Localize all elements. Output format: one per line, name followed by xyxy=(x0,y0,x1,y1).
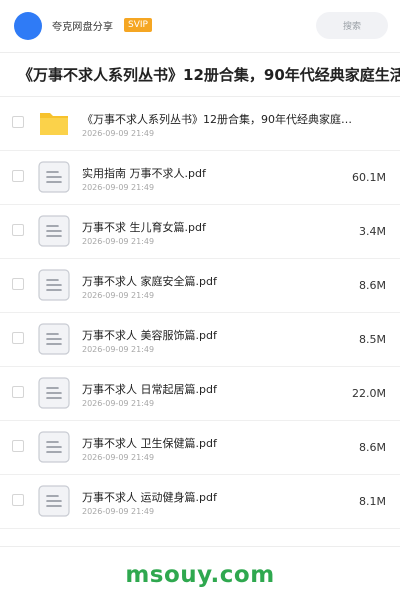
row-checkbox[interactable] xyxy=(12,116,24,128)
file-date: 2026-09-09 21:49 xyxy=(82,453,155,462)
search-placeholder: 搜索 xyxy=(342,22,361,32)
file-size: 8.5M xyxy=(359,333,386,346)
file-row[interactable]: 万事不求人 运动健身篇.pdf 2026-09-09 21:49 8.1M xyxy=(0,475,400,529)
document-icon xyxy=(38,161,70,193)
file-name: 万事不求人 家庭安全篇.pdf xyxy=(82,275,217,288)
row-checkbox[interactable] xyxy=(12,386,24,398)
document-icon xyxy=(38,323,70,355)
file-name: 万事不求 生儿育女篇.pdf xyxy=(82,221,206,234)
file-date: 2026-09-09 21:49 xyxy=(82,507,155,516)
row-checkbox[interactable] xyxy=(12,224,24,236)
folder-icon xyxy=(38,107,70,139)
document-icon xyxy=(38,431,70,463)
file-row[interactable]: 万事不求 生儿育女篇.pdf 2026-09-09 21:49 3.4M xyxy=(0,205,400,259)
file-row[interactable]: 万事不求人 家庭安全篇.pdf 2026-09-09 21:49 8.6M xyxy=(0,259,400,313)
file-size: 8.6M xyxy=(359,441,386,454)
file-name: 万事不求人 运动健身篇.pdf xyxy=(82,491,217,504)
avatar[interactable] xyxy=(14,12,42,40)
header-bar: 夸克网盘分享 SVIP 搜索 xyxy=(0,0,400,52)
file-date: 2026-09-09 21:49 xyxy=(82,291,155,300)
file-date: 2026-09-09 21:49 xyxy=(82,129,155,138)
file-name: 万事不求人 美容服饰篇.pdf xyxy=(82,329,217,342)
file-size: 60.1M xyxy=(352,171,386,184)
file-size: 8.6M xyxy=(359,279,386,292)
file-name: 《万事不求人系列丛书》12册合集，90年代经典家庭… xyxy=(82,113,352,126)
row-checkbox[interactable] xyxy=(12,440,24,452)
document-icon xyxy=(38,215,70,247)
row-checkbox[interactable] xyxy=(12,170,24,182)
file-row[interactable]: 万事不求人 日常起居篇.pdf 2026-09-09 21:49 22.0M xyxy=(0,367,400,421)
file-date: 2026-09-09 21:49 xyxy=(82,345,155,354)
search-button[interactable]: 搜索 xyxy=(316,12,388,39)
site-watermark: msouy.com xyxy=(125,562,275,588)
file-size: 8.1M xyxy=(359,495,386,508)
file-size: 3.4M xyxy=(359,225,386,238)
footer-divider xyxy=(0,546,400,547)
file-name: 实用指南 万事不求人.pdf xyxy=(82,167,206,180)
document-icon xyxy=(38,377,70,409)
row-checkbox[interactable] xyxy=(12,278,24,290)
file-size: 22.0M xyxy=(352,387,386,400)
file-list: 《万事不求人系列丛书》12册合集，90年代经典家庭… 2026-09-09 21… xyxy=(0,97,400,529)
document-icon xyxy=(38,485,70,517)
file-row-folder[interactable]: 《万事不求人系列丛书》12册合集，90年代经典家庭… 2026-09-09 21… xyxy=(0,97,400,151)
brand-label: 夸克网盘分享 xyxy=(52,22,114,33)
document-icon xyxy=(38,269,70,301)
file-date: 2026-09-09 21:49 xyxy=(82,399,155,408)
file-date: 2026-09-09 21:49 xyxy=(82,183,155,192)
file-row[interactable]: 万事不求人 美容服饰篇.pdf 2026-09-09 21:49 8.5M xyxy=(0,313,400,367)
file-row[interactable]: 万事不求人 卫生保健篇.pdf 2026-09-09 21:49 8.6M xyxy=(0,421,400,475)
svip-badge: SVIP xyxy=(124,18,152,32)
row-checkbox[interactable] xyxy=(12,332,24,344)
header-divider xyxy=(0,52,400,53)
row-checkbox[interactable] xyxy=(12,494,24,506)
page-title: 《万事不求人系列丛书》12册合集，90年代经典家庭生活百 xyxy=(18,66,400,84)
file-name: 万事不求人 卫生保健篇.pdf xyxy=(82,437,217,450)
file-date: 2026-09-09 21:49 xyxy=(82,237,155,246)
file-name: 万事不求人 日常起居篇.pdf xyxy=(82,383,217,396)
file-row[interactable]: 实用指南 万事不求人.pdf 2026-09-09 21:49 60.1M xyxy=(0,151,400,205)
